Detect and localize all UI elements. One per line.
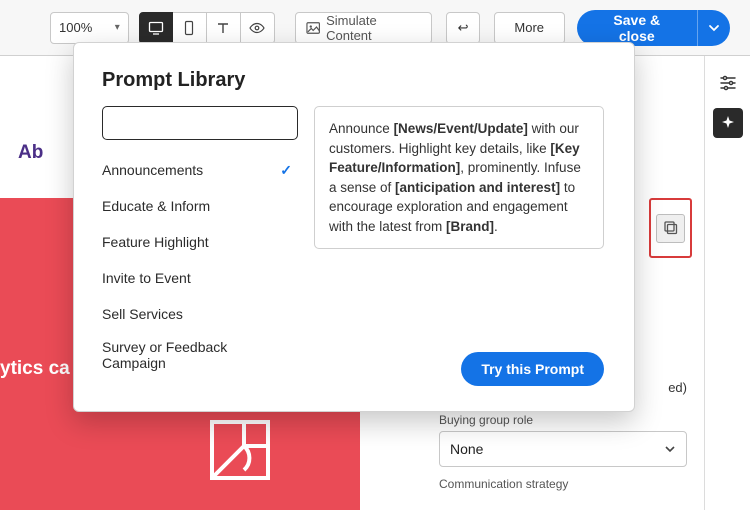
ai-rail-button[interactable]	[713, 108, 743, 138]
image-icon	[306, 21, 320, 35]
save-close-dropdown[interactable]	[697, 10, 730, 46]
sparkle-icon	[720, 115, 736, 131]
prompt-search-input[interactable]	[117, 116, 293, 131]
device-group	[139, 12, 275, 44]
buying-group-value: None	[450, 441, 483, 457]
sliders-icon	[719, 74, 737, 92]
prompt-item-sell-services[interactable]: Sell Services	[102, 296, 298, 332]
settings-rail-button[interactable]	[713, 68, 743, 98]
prompt-item-label: Educate & Inform	[102, 198, 210, 214]
chevron-down-icon	[664, 443, 676, 455]
try-this-prompt-button[interactable]: Try this Prompt	[461, 352, 604, 386]
prompt-item-invite-event[interactable]: Invite to Event	[102, 260, 298, 296]
text-icon	[216, 21, 230, 35]
buying-group-select[interactable]: None	[439, 431, 687, 467]
hero-logo	[208, 418, 272, 482]
simulate-label: Simulate Content	[326, 13, 421, 43]
buying-group-label: Buying group role	[439, 413, 693, 427]
prompt-list: Announcements ✓ Educate & Inform Feature…	[102, 152, 298, 386]
mobile-view-button[interactable]	[173, 12, 207, 44]
prompt-item-welcome-email[interactable]: Welcome Email	[102, 378, 298, 386]
zoom-value: 100%	[59, 20, 92, 35]
right-rail	[704, 56, 750, 510]
prompt-preview-card: Announce [News/Event/Update] with our cu…	[314, 106, 604, 249]
more-label: More	[514, 20, 544, 35]
chevron-down-icon: ▾	[115, 22, 120, 33]
breadcrumb: Ab	[18, 142, 43, 164]
copy-icon	[663, 220, 679, 236]
prompt-item-feature-highlight[interactable]: Feature Highlight	[102, 224, 298, 260]
hero-text-fragment: ytics ca	[0, 358, 70, 380]
chevron-down-icon	[708, 22, 720, 34]
prompt-item-announcements[interactable]: Announcements ✓	[102, 152, 298, 188]
more-button[interactable]: More	[494, 12, 565, 44]
prompt-item-label: Invite to Event	[102, 270, 191, 286]
prompt-item-label: Announcements	[102, 162, 203, 178]
save-close-button[interactable]: Save & close	[577, 10, 697, 46]
prompt-search[interactable]	[102, 106, 298, 140]
mobile-icon	[182, 20, 196, 36]
undo-button[interactable]: ↩	[446, 12, 479, 44]
copy-variation-button[interactable]	[656, 214, 685, 243]
preview-mode-button[interactable]	[241, 12, 275, 44]
prompt-item-label: Sell Services	[102, 306, 183, 322]
text-mode-button[interactable]	[207, 12, 241, 44]
modal-title: Prompt Library	[102, 69, 604, 92]
simulate-content-button[interactable]: Simulate Content	[295, 12, 433, 44]
save-close-group: Save & close	[577, 10, 730, 46]
eye-icon	[249, 21, 265, 35]
desktop-view-button[interactable]	[139, 12, 173, 44]
prompt-item-survey-feedback[interactable]: Survey or Feedback Campaign	[102, 332, 298, 378]
undo-icon: ↩	[458, 20, 469, 36]
prompt-preview-column: Announce [News/Event/Update] with our cu…	[314, 106, 604, 386]
zoom-selector[interactable]: 100% ▾	[50, 12, 129, 44]
check-icon: ✓	[280, 162, 292, 179]
desktop-icon	[148, 20, 164, 36]
communication-strategy-label: Communication strategy	[439, 477, 693, 491]
prompt-item-label: Feature Highlight	[102, 234, 209, 250]
variation-copy-highlight	[649, 198, 692, 258]
prompt-library-modal: Prompt Library Announcements ✓ Educate &…	[73, 42, 635, 412]
prompt-item-educate[interactable]: Educate & Inform	[102, 188, 298, 224]
prompt-list-column: Announcements ✓ Educate & Inform Feature…	[102, 106, 298, 386]
prompt-item-label: Survey or Feedback Campaign	[102, 339, 272, 371]
